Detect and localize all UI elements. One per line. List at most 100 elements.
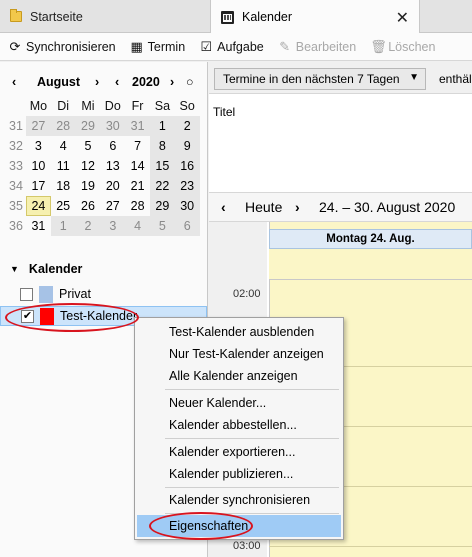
week-number[interactable]: 34 [6,176,26,196]
next-week-button[interactable]: › [295,199,300,215]
filter-bar: Termine in den nächsten 7 Tagen ▼ enthäl [209,62,472,94]
week-number[interactable]: 31 [6,116,26,136]
week-number[interactable]: 33 [6,156,26,176]
day-cell[interactable]: 22 [149,176,175,196]
day-cell[interactable]: 5 [149,216,175,236]
day-cell[interactable]: 13 [100,156,125,176]
day-cell[interactable]: 17 [26,176,51,196]
menu-item-show-all-calendars[interactable]: Alle Kalender anzeigen [135,365,343,387]
calendar-icon [221,10,234,24]
menu-item-properties[interactable]: Eigenschaften [137,515,341,537]
allday-row[interactable] [269,249,472,280]
menu-item-unsubscribe-calendar[interactable]: Kalender abbestellen... [135,414,343,436]
day-cell[interactable]: 28 [125,196,150,216]
week-number[interactable]: 35 [6,196,26,216]
day-cell[interactable]: 1 [50,216,76,236]
week-row: 36 31 1 2 3 4 5 6 [6,216,200,236]
time-label: 02:00 [233,288,261,300]
day-cell[interactable]: 28 [50,116,76,136]
new-event-button[interactable]: ▦ Termin [130,38,185,55]
day-cell[interactable]: 4 [51,136,76,156]
day-header[interactable]: Montag 24. Aug. [269,229,472,249]
calendar-item-privat[interactable]: Privat [0,284,207,304]
week-row: 34 17 18 19 20 21 22 23 [6,176,200,196]
day-cell[interactable]: 31 [26,216,51,236]
day-cell[interactable]: 30 [174,196,200,216]
calendar-checkbox[interactable]: ✔ [21,309,34,323]
day-cell[interactable]: 23 [174,176,200,196]
day-cell[interactable]: 6 [100,136,125,156]
edit-button[interactable]: ✎ Bearbeiten [278,39,356,55]
day-cell[interactable]: 3 [100,216,126,236]
weekday-label: Mi [81,99,95,113]
day-cell[interactable]: 10 [26,156,51,176]
day-cell[interactable]: 11 [51,156,76,176]
tab-kalender[interactable]: Kalender ✕ [210,0,420,34]
menu-item-publish-calendar[interactable]: Kalender publizieren... [135,463,343,485]
day-cell[interactable]: 6 [174,216,200,236]
next-month-button[interactable]: › [95,75,99,89]
weekday-label: Mo [29,99,48,113]
day-cell[interactable]: 26 [76,196,101,216]
week-number[interactable]: 32 [6,136,26,156]
prev-month-button[interactable]: ‹ [12,75,16,89]
menu-item-hide-calendar[interactable]: Test-Kalender ausblenden [135,321,343,343]
week-number[interactable]: 36 [6,216,26,236]
title-column-header[interactable]: Titel [213,105,235,119]
day-cell[interactable]: 8 [149,136,175,156]
edit-label: Bearbeiten [295,39,357,54]
day-cell[interactable]: 31 [125,116,150,136]
day-cell[interactable]: 2 [174,116,200,136]
menu-item-new-calendar[interactable]: Neuer Kalender... [135,392,343,414]
day-cell[interactable]: 1 [149,116,175,136]
day-cell[interactable]: 12 [76,156,101,176]
day-cell[interactable]: 2 [75,216,101,236]
day-cell[interactable]: 14 [125,156,150,176]
day-cell[interactable]: 5 [76,136,101,156]
month-label[interactable]: August [37,75,80,89]
prev-year-button[interactable]: ‹ [115,75,119,89]
calendar-color-swatch [40,307,54,325]
calendar-checkbox[interactable] [20,287,33,301]
today-circle-icon[interactable]: ○ [186,75,194,89]
day-cell[interactable]: 29 [75,116,101,136]
day-cell[interactable]: 19 [76,176,101,196]
weekday-label: Do [104,99,121,113]
next-year-button[interactable]: › [170,75,174,89]
time-label: 03:00 [233,540,261,552]
day-cell[interactable]: 20 [100,176,125,196]
day-cell[interactable]: 3 [26,136,51,156]
new-task-label: Aufgabe [217,39,264,54]
prev-week-button[interactable]: ‹ [221,199,226,215]
delete-button[interactable]: 🗑 Löschen [370,39,435,55]
menu-item-export-calendar[interactable]: Kalender exportieren... [135,441,343,463]
day-cell[interactable]: 9 [174,136,200,156]
new-task-button[interactable]: ☑ Aufgabe [199,38,264,55]
day-cell[interactable]: 27 [26,116,51,136]
day-cell[interactable]: 30 [100,116,126,136]
menu-item-sync-calendar[interactable]: Kalender synchronisieren [135,489,343,511]
new-task-icon: ☑ [200,38,212,54]
today-button[interactable]: Heute [245,199,282,215]
day-cell[interactable]: 7 [125,136,150,156]
minimonth-grid: Mo Di Mi Do Fr Sa So 31 27 28 29 30 31 1 2 32 3 4 5 6 7 8 9 33… [6,96,200,236]
day-cell[interactable]: 24 [26,196,51,216]
day-cell[interactable]: 21 [125,176,150,196]
day-cell[interactable]: 15 [149,156,175,176]
day-cell[interactable]: 25 [51,196,76,216]
day-cell[interactable]: 27 [100,196,125,216]
calendar-name: Test-Kalender [60,309,138,323]
day-cell[interactable]: 4 [125,216,150,236]
sync-button[interactable]: ⟳ Synchronisieren [8,39,116,55]
day-cell[interactable]: 16 [174,156,200,176]
close-icon[interactable]: ✕ [396,8,409,28]
day-cell[interactable]: 18 [51,176,76,196]
week-number-header [6,96,26,116]
new-event-icon: ▦ [130,38,143,54]
menu-item-show-only-calendar[interactable]: Nur Test-Kalender anzeigen [135,343,343,365]
day-cell[interactable]: 29 [149,196,175,216]
event-filter-select[interactable]: Termine in den nächsten 7 Tagen ▼ [214,68,426,90]
calendar-list-header[interactable]: ▼ Kalender [10,262,82,276]
tab-startseite[interactable]: Startseite [0,0,210,33]
year-label[interactable]: 2020 [132,75,160,89]
